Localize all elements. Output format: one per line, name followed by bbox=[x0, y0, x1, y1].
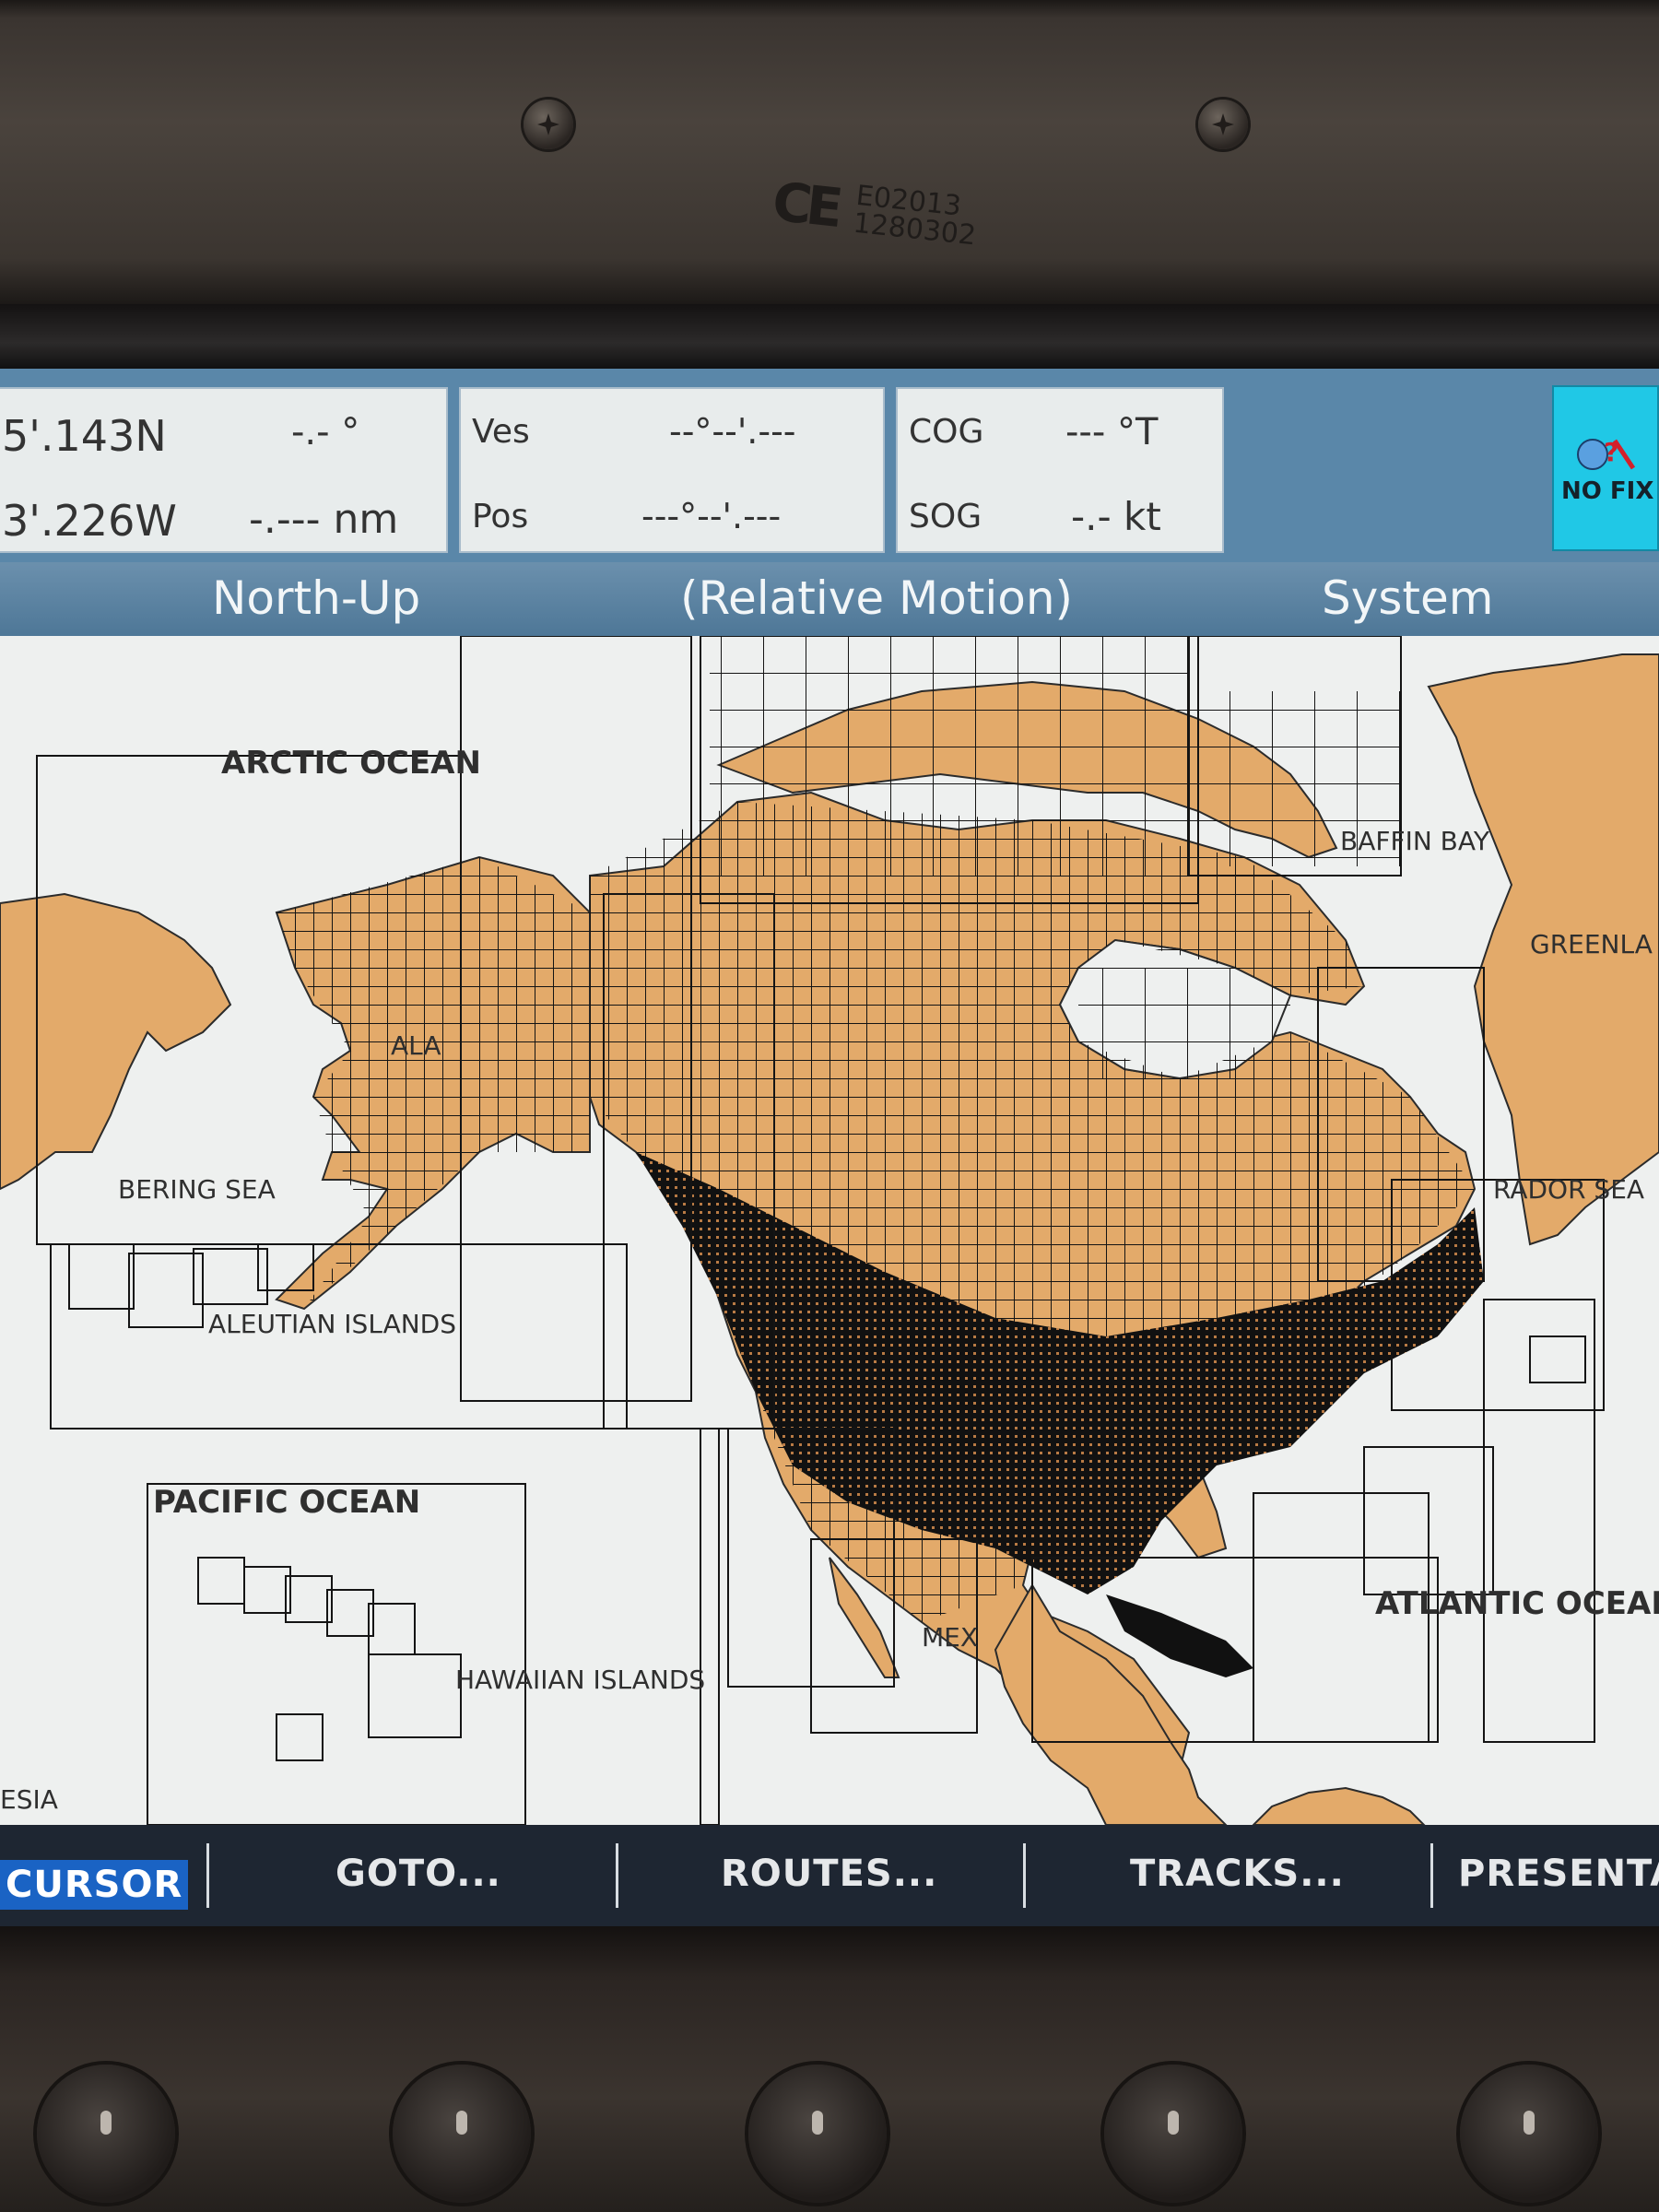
device-bezel-top bbox=[0, 0, 1659, 304]
routes-softkey[interactable]: ROUTES... bbox=[721, 1853, 937, 1895]
goto-softkey[interactable]: GOTO... bbox=[335, 1853, 501, 1895]
bezel-screw-left bbox=[524, 100, 573, 149]
hardware-button-3[interactable] bbox=[748, 2065, 887, 2203]
chart-grid-layer bbox=[276, 636, 1484, 1677]
label-asia: ESIA bbox=[0, 1784, 58, 1815]
vessel-position-box: Ves --°--'.--- Pos ---°--'.--- bbox=[459, 387, 885, 553]
cursor-softkey[interactable]: CURSOR bbox=[0, 1860, 189, 1910]
hardware-button-4[interactable] bbox=[1104, 2065, 1242, 2203]
land-siberia bbox=[0, 892, 232, 1191]
plotter-screen: 5'.143N -.- ° 3'.226W -.--- nm Ves --°--… bbox=[0, 369, 1659, 1926]
ce-logo: CE bbox=[770, 170, 841, 240]
ves-value: --°--'.--- bbox=[669, 411, 796, 452]
bezel-screw-right bbox=[1198, 100, 1248, 149]
cog-value: --- °T bbox=[1065, 411, 1159, 453]
label-hawaiian-islands: HAWAIIAN ISLANDS bbox=[455, 1665, 706, 1695]
distance-value: -.--- nm bbox=[249, 496, 399, 543]
label-baffin-bay: BAFFIN BAY bbox=[1340, 826, 1489, 856]
softkey-divider bbox=[616, 1843, 618, 1908]
softkey-divider bbox=[206, 1843, 209, 1908]
hardware-button-5[interactable] bbox=[1460, 2065, 1598, 2203]
bezel-strip bbox=[0, 304, 1659, 369]
position-box: 5'.143N -.- ° 3'.226W -.--- nm bbox=[0, 387, 448, 553]
label-pacific-ocean: PACIFIC OCEAN bbox=[153, 1484, 421, 1521]
latitude-value: 5'.143N bbox=[2, 411, 167, 461]
system-mode[interactable]: System bbox=[1322, 571, 1493, 625]
chart-coverage-map bbox=[0, 636, 1659, 1825]
longitude-value: 3'.226W bbox=[2, 496, 177, 546]
hardware-button-1[interactable] bbox=[37, 2065, 175, 2203]
label-greenland: GREENLA bbox=[1530, 929, 1653, 959]
softkey-divider bbox=[1023, 1843, 1026, 1908]
chart-view[interactable]: ARCTIC OCEAN BAFFIN BAY GREENLA ALA BERI… bbox=[0, 636, 1659, 1825]
cog-label: COG bbox=[909, 413, 984, 451]
sog-label: SOG bbox=[909, 498, 982, 535]
pos-value: ---°--'.--- bbox=[641, 496, 782, 536]
label-mexico: MEX bbox=[922, 1622, 979, 1653]
hardware-button-2[interactable] bbox=[393, 2065, 531, 2203]
ves-label: Ves bbox=[472, 413, 530, 451]
softkey-divider bbox=[1430, 1843, 1433, 1908]
bearing-value: -.- ° bbox=[291, 411, 360, 453]
gps-fix-status[interactable]: ? NO FIX bbox=[1552, 385, 1659, 551]
motion-mode[interactable]: (Relative Motion) bbox=[680, 571, 1073, 625]
softkey-bar: CURSOR GOTO... ROUTES... TRACKS... PRESE… bbox=[0, 1825, 1659, 1926]
label-aleutian-islands: ALEUTIAN ISLANDS bbox=[208, 1309, 457, 1339]
no-fix-label: NO FIX bbox=[1561, 477, 1654, 505]
tracks-softkey[interactable]: TRACKS... bbox=[1130, 1853, 1345, 1895]
nav-data-bar: 5'.143N -.- ° 3'.226W -.--- nm Ves --°--… bbox=[0, 369, 1659, 562]
land-south-america bbox=[1252, 1786, 1426, 1825]
label-bering-sea: BERING SEA bbox=[118, 1174, 276, 1205]
course-speed-box: COG --- °T SOG -.- kt bbox=[896, 387, 1224, 553]
pos-label: Pos bbox=[472, 498, 529, 535]
label-labrador-sea: RADOR SEA bbox=[1493, 1174, 1645, 1205]
label-arctic-ocean: ARCTIC OCEAN bbox=[221, 745, 481, 782]
no-fix-icon: ? bbox=[1577, 437, 1636, 470]
land-central-america bbox=[994, 1583, 1228, 1825]
sog-value: -.- kt bbox=[1071, 494, 1161, 539]
chart-status-bar: North-Up (Relative Motion) System bbox=[0, 562, 1659, 636]
label-atlantic-ocean: ATLANTIC OCEAN bbox=[1375, 1585, 1659, 1622]
orientation-mode[interactable]: North-Up bbox=[212, 571, 420, 625]
presentation-softkey[interactable]: PRESENTA bbox=[1458, 1853, 1659, 1895]
label-alaska: ALA bbox=[391, 1030, 441, 1061]
